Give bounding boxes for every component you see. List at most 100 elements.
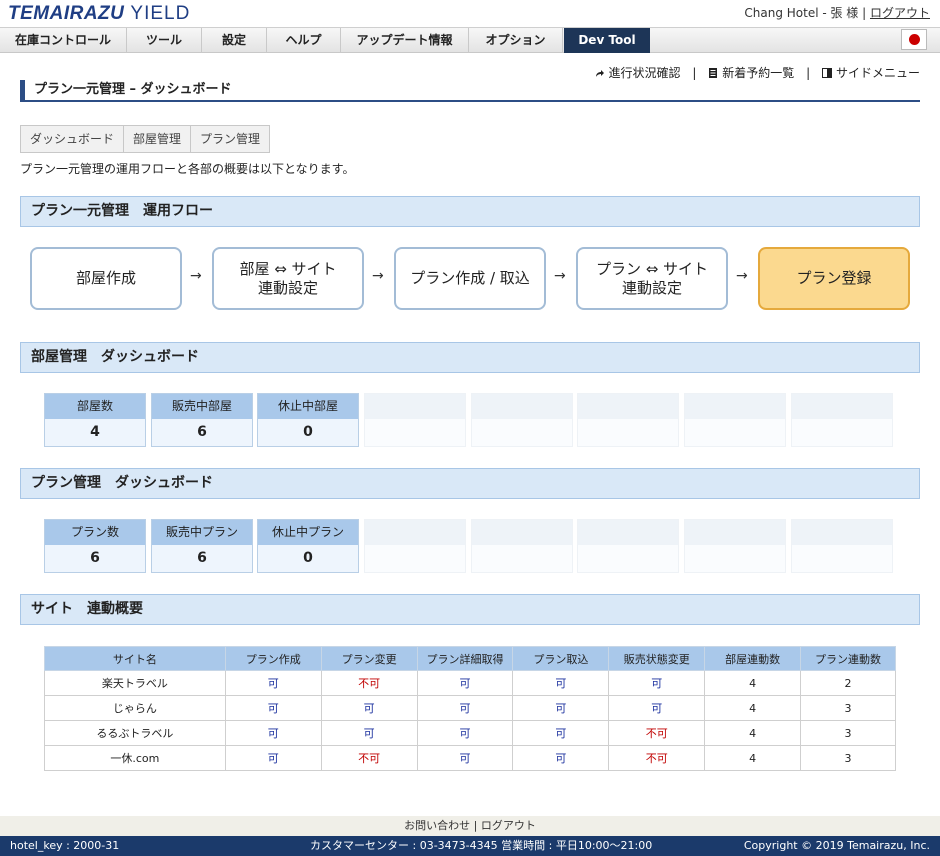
copyright: Copyright © 2019 Temairazu, Inc.: [743, 839, 930, 852]
sites-heading: サイト 連動概要: [20, 594, 920, 625]
stat-empty-slot: [471, 393, 573, 447]
stat-value: 4: [45, 419, 145, 446]
cell-room-link-count: 4: [704, 695, 802, 721]
footer-logout-link[interactable]: ログアウト: [481, 819, 536, 832]
cell-plan-detail: 可: [416, 745, 514, 771]
column-header: 部屋連動数: [704, 646, 802, 671]
plans-heading: プラン管理 ダッシュボード: [20, 468, 920, 499]
tab-plan-management[interactable]: プラン管理: [190, 125, 271, 153]
nav-inventory-control[interactable]: 在庫コントロール: [0, 28, 127, 53]
stat-plans-on-sale: 販売中プラン 6: [151, 519, 253, 573]
nav-updates[interactable]: アップデート情報: [341, 28, 469, 53]
user-info: Chang Hotel - 張 様 | ログアウト: [744, 6, 930, 20]
new-reservations-label: 新着予約一覧: [722, 66, 795, 80]
flow-arrow: →: [736, 268, 748, 284]
table-row: るるぶトラベル 可 可 可 可 不可 4 3: [44, 720, 896, 746]
stat-value: 0: [258, 419, 358, 446]
site-name: るるぶトラベル: [44, 720, 226, 746]
top-links: 進行状況確認 | 新着予約一覧 | サイドメニュー: [595, 64, 920, 81]
column-header: プラン取込: [512, 646, 610, 671]
logo-main: TEMAIRAZU: [8, 3, 125, 24]
side-menu-label: サイドメニュー: [835, 66, 920, 80]
flow-arrow: →: [372, 268, 384, 284]
stat-value: 6: [152, 545, 252, 572]
flow-step-label: 部屋作成: [75, 269, 136, 287]
flow-arrow: →: [554, 268, 566, 284]
stat-value: 6: [45, 545, 145, 572]
flow-step-room-site-link[interactable]: 部屋 ⇔ サイト 連動設定: [212, 247, 364, 310]
progress-link[interactable]: 進行状況確認: [595, 66, 685, 80]
cell-plan-detail: 可: [416, 670, 514, 696]
flow-step-label: プラン作成 / 取込: [410, 269, 530, 287]
top-bar: TEMAIRAZU YIELD Chang Hotel - 張 様 | ログアウト: [0, 0, 940, 27]
table-row: じゃらん 可 可 可 可 可 4 3: [44, 695, 896, 721]
cell-plan-change: 不可: [320, 745, 418, 771]
stat-plans-paused: 休止中プラン 0: [257, 519, 359, 573]
intro-text: プラン一元管理の運用フローと各部の概要は以下となります。: [20, 162, 355, 176]
flow-step-plan-register[interactable]: プラン登録: [758, 247, 910, 310]
cell-sale-status: 可: [608, 695, 706, 721]
progress-link-label: 進行状況確認: [608, 66, 681, 80]
flow-step-plan-create[interactable]: プラン作成 / 取込: [394, 247, 546, 310]
stat-label: 販売中部屋: [152, 394, 252, 419]
column-header: プラン詳細取得: [416, 646, 514, 671]
cell-plan-link-count: 2: [800, 670, 896, 696]
tab-dashboard[interactable]: ダッシュボード: [20, 125, 125, 153]
table-row: 楽天トラベル 可 不可 可 可 可 4 2: [44, 670, 896, 696]
cell-plan-link-count: 3: [800, 695, 896, 721]
cell-plan-import: 可: [512, 670, 610, 696]
column-header: プラン作成: [224, 646, 322, 671]
stat-rooms-on-sale: 販売中部屋 6: [151, 393, 253, 447]
nav-options[interactable]: オプション: [469, 28, 563, 53]
column-header: 販売状態変更: [608, 646, 706, 671]
column-header: プラン連動数: [800, 646, 896, 671]
cell-sale-status: 不可: [608, 745, 706, 771]
stat-room-count: 部屋数 4: [44, 393, 146, 447]
share-arrow-icon: [595, 70, 604, 77]
table-header-row: サイト名 プラン作成 プラン変更 プラン詳細取得 プラン取込 販売状態変更 部屋…: [44, 646, 896, 671]
cell-plan-create: 可: [224, 745, 322, 771]
footer-links: お問い合わせ | ログアウト: [0, 816, 940, 836]
flow-step-label: プラン登録: [796, 269, 872, 287]
main-nav: 在庫コントロール ツール 設定 ヘルプ アップデート情報 オプション Dev T…: [0, 27, 940, 53]
stat-empty-slot: [684, 519, 786, 573]
new-reservations-link[interactable]: 新着予約一覧: [708, 66, 798, 80]
flow-step-label: プラン ⇔ サイト: [595, 259, 709, 278]
contact-link[interactable]: お問い合わせ: [404, 819, 470, 832]
side-panel-icon: [821, 68, 832, 78]
site-name: 一休.com: [44, 745, 226, 771]
site-link-table: サイト名 プラン作成 プラン変更 プラン詳細取得 プラン取込 販売状態変更 部屋…: [44, 646, 896, 771]
cell-sale-status: 可: [608, 670, 706, 696]
stat-empty-slot: [364, 393, 466, 447]
stat-rooms-paused: 休止中部屋 0: [257, 393, 359, 447]
flow-step-room-create[interactable]: 部屋作成: [30, 247, 182, 310]
stat-empty-slot: [577, 393, 679, 447]
japan-flag-icon[interactable]: [901, 29, 927, 50]
cell-plan-create: 可: [224, 670, 322, 696]
cell-plan-change: 可: [320, 720, 418, 746]
stat-label: 休止中プラン: [258, 520, 358, 545]
stat-plan-count: プラン数 6: [44, 519, 146, 573]
nav-dev-tool[interactable]: Dev Tool: [564, 28, 650, 53]
column-header: プラン変更: [320, 646, 418, 671]
flow-step-label: 連動設定: [621, 278, 682, 297]
column-header: サイト名: [44, 646, 226, 671]
cell-plan-import: 可: [512, 745, 610, 771]
cell-plan-detail: 可: [416, 720, 514, 746]
nav-tools[interactable]: ツール: [127, 28, 202, 53]
nav-help[interactable]: ヘルプ: [267, 28, 341, 53]
nav-settings[interactable]: 設定: [202, 28, 267, 53]
logo-sub: YIELD: [130, 3, 191, 24]
cell-plan-create: 可: [224, 695, 322, 721]
logo[interactable]: TEMAIRAZU YIELD: [8, 3, 190, 25]
tab-room-management[interactable]: 部屋管理: [123, 125, 192, 153]
flow-step-plan-site-link[interactable]: プラン ⇔ サイト 連動設定: [576, 247, 728, 310]
cell-sale-status: 不可: [608, 720, 706, 746]
bottom-bar: hotel_key : 2000-31 カスタマーセンター : 03-3473-…: [0, 836, 940, 856]
flow-heading: プラン一元管理 運用フロー: [20, 196, 920, 227]
side-menu-link[interactable]: サイドメニュー: [821, 66, 920, 80]
hotel-key: hotel_key : 2000-31: [10, 839, 120, 852]
flow-step-label: 連動設定: [257, 278, 318, 297]
logout-link[interactable]: ログアウト: [870, 6, 930, 20]
flow-arrow: →: [190, 268, 202, 284]
